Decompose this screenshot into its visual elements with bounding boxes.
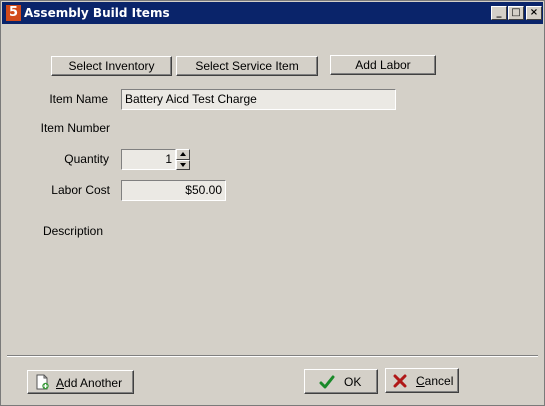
cancel-label: Cancel xyxy=(416,370,453,393)
cancel-label-rest: ancel xyxy=(424,374,454,388)
add-another-button[interactable]: Add Another xyxy=(27,370,134,394)
labor-cost-field[interactable]: $50.00 xyxy=(121,180,226,201)
add-another-label-rest: dd Another xyxy=(64,376,123,390)
quantity-spin-down[interactable] xyxy=(176,160,190,170)
add-another-label: Add Another xyxy=(56,372,122,394)
add-labor-button[interactable]: Add Labor xyxy=(330,55,436,75)
assembly-build-items-dialog: 5 Assembly Build Items _ □ × Select Inve… xyxy=(0,0,545,406)
item-name-field[interactable]: Battery Aicd Test Charge xyxy=(121,89,396,110)
description-label: Description xyxy=(42,224,103,238)
cancel-mnemonic: C xyxy=(416,374,425,388)
window-title: Assembly Build Items xyxy=(24,6,170,20)
checkmark-icon xyxy=(319,375,335,389)
x-mark-icon xyxy=(393,374,407,388)
ok-label: OK xyxy=(344,375,362,389)
ok-button[interactable]: OK xyxy=(304,369,378,394)
item-name-label: Item Name xyxy=(49,92,108,106)
app-icon: 5 xyxy=(6,5,21,21)
title-bar[interactable]: 5 Assembly Build Items _ □ × xyxy=(2,2,543,24)
cancel-button[interactable]: Cancel xyxy=(385,368,459,393)
minimize-button[interactable]: _ xyxy=(491,6,507,20)
quantity-spin-up[interactable] xyxy=(176,149,190,160)
document-add-icon xyxy=(36,374,49,390)
quantity-field[interactable]: 1 xyxy=(121,149,176,170)
footer-separator xyxy=(7,355,538,357)
maximize-button[interactable]: □ xyxy=(508,6,524,20)
spin-up-arrow-icon xyxy=(180,152,186,156)
quantity-label: Quantity xyxy=(64,152,109,166)
labor-cost-label: Labor Cost xyxy=(51,183,110,197)
add-another-mnemonic: A xyxy=(56,376,65,390)
item-number-label: Item Number xyxy=(40,121,110,135)
spin-down-arrow-icon xyxy=(180,163,186,167)
dialog-body: Select Inventory Select Service Item Add… xyxy=(4,25,541,403)
close-button[interactable]: × xyxy=(526,6,542,20)
select-inventory-button[interactable]: Select Inventory xyxy=(51,56,172,76)
select-service-item-button[interactable]: Select Service Item xyxy=(176,56,318,76)
